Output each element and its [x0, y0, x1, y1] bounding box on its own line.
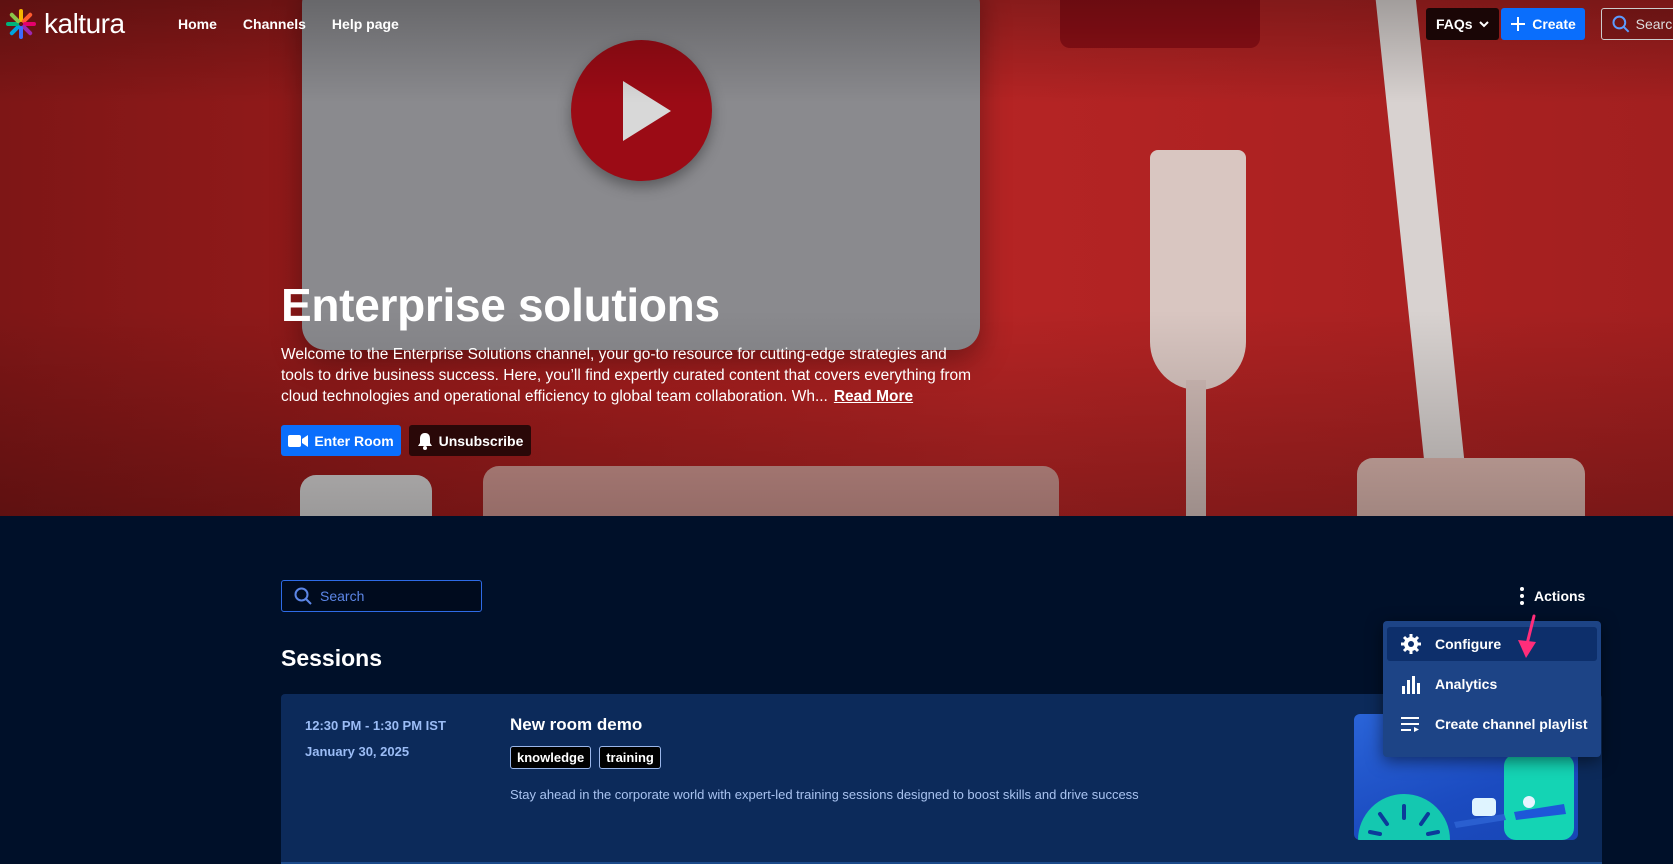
faqs-dropdown[interactable]: FAQs — [1426, 8, 1499, 40]
channel-title: Enterprise solutions — [281, 279, 720, 331]
menu-item-label: Create channel playlist — [1435, 716, 1588, 732]
plus-icon — [1511, 17, 1526, 31]
channel-description: Welcome to the Enterprise Solutions chan… — [281, 346, 972, 405]
menu-item-analytics[interactable]: Analytics — [1387, 667, 1597, 701]
search-icon — [294, 587, 312, 605]
video-camera-icon — [288, 434, 309, 447]
menu-item-label: Analytics — [1435, 676, 1498, 692]
annotation-arrow-icon — [1518, 614, 1536, 658]
header-search-input[interactable]: Search — [1601, 8, 1673, 40]
kaltura-logo-icon — [4, 7, 38, 41]
session-description: Stay ahead in the corporate world with e… — [510, 787, 1139, 802]
actions-button[interactable]: Actions — [1520, 587, 1585, 605]
session-time: 12:30 PM - 1:30 PM IST — [305, 718, 446, 733]
unsubscribe-button[interactable]: Unsubscribe — [409, 425, 531, 456]
menu-item-configure[interactable]: Configure — [1387, 627, 1597, 661]
more-vertical-icon — [1520, 587, 1524, 605]
faqs-label: FAQs — [1436, 16, 1473, 32]
tag-training[interactable]: training — [599, 746, 661, 769]
create-button[interactable]: Create — [1501, 8, 1585, 40]
channel-search-placeholder: Search — [320, 588, 365, 604]
header-search-placeholder: Search — [1635, 16, 1673, 32]
bell-icon — [417, 432, 432, 450]
actions-label: Actions — [1534, 588, 1586, 604]
bar-chart-icon — [1402, 676, 1420, 694]
kaltura-logo[interactable]: kaltura — [4, 7, 125, 41]
nav-channels[interactable]: Channels — [243, 16, 306, 32]
menu-item-create-channel-playlist[interactable]: Create channel playlist — [1387, 707, 1597, 741]
enter-room-button[interactable]: Enter Room — [281, 425, 401, 456]
channel-hero-banner — [0, 0, 1673, 516]
top-navigation: kaltura Home Channels Help page FAQs Cre… — [0, 0, 1673, 48]
unsubscribe-label: Unsubscribe — [438, 432, 524, 449]
read-more-link[interactable]: Read More — [834, 388, 913, 405]
session-date: January 30, 2025 — [305, 744, 410, 759]
nav-help-page[interactable]: Help page — [332, 16, 399, 32]
nav-home[interactable]: Home — [178, 16, 217, 32]
playlist-icon — [1401, 717, 1419, 732]
main-nav: Home Channels Help page — [178, 16, 399, 32]
create-label: Create — [1532, 16, 1576, 32]
session-tags: knowledge training — [510, 746, 661, 769]
chevron-down-icon — [1478, 21, 1489, 28]
enter-room-label: Enter Room — [314, 432, 394, 449]
actions-menu: Configure Analytics Create channel playl… — [1383, 621, 1601, 757]
menu-item-label: Configure — [1435, 636, 1502, 652]
tag-knowledge[interactable]: knowledge — [510, 746, 592, 769]
logo-text: kaltura — [44, 8, 125, 39]
channel-search-input[interactable]: Search — [281, 580, 482, 612]
sessions-heading: Sessions — [281, 645, 382, 671]
gear-icon — [1401, 634, 1421, 654]
session-title[interactable]: New room demo — [510, 715, 642, 735]
search-icon — [1612, 15, 1630, 33]
